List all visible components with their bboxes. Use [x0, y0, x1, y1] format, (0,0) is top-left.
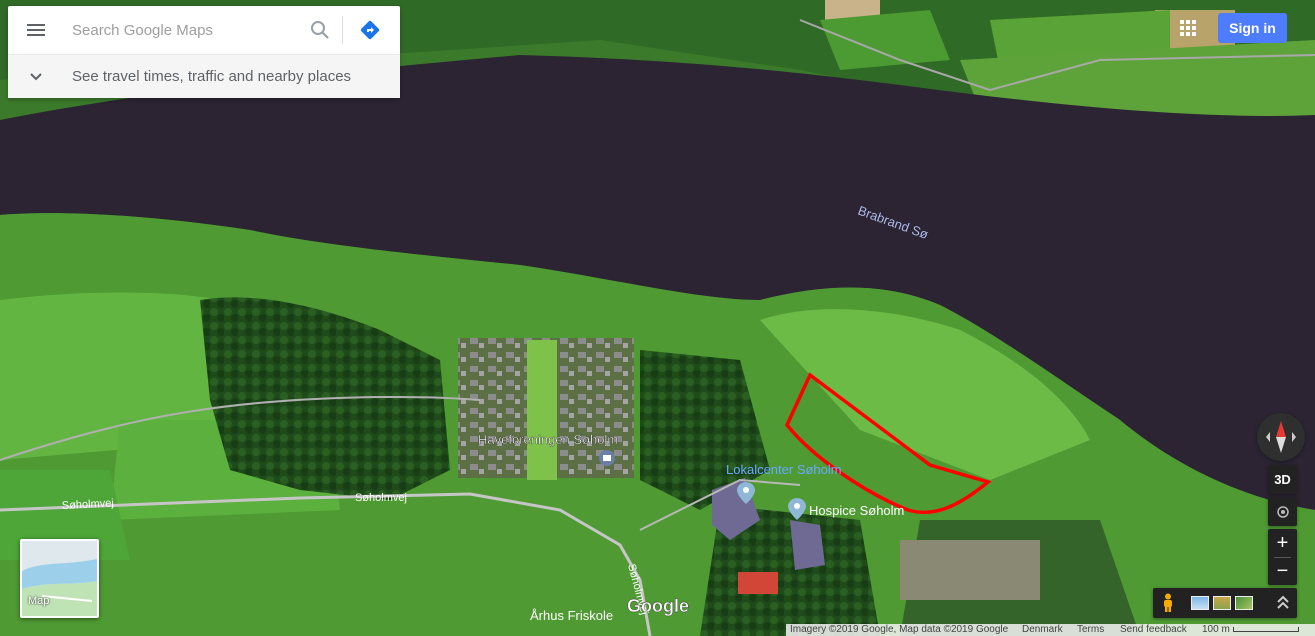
compass-control[interactable] [1257, 413, 1305, 461]
send-feedback-link[interactable]: Send feedback [1120, 624, 1187, 636]
expand-up-icon[interactable] [1275, 594, 1291, 612]
travel-times-row[interactable]: See travel times, traffic and nearby pla… [8, 54, 400, 98]
search-button[interactable] [298, 6, 342, 54]
garden-place-icon [599, 450, 615, 466]
terms-link[interactable]: Terms [1077, 624, 1104, 636]
imagery-thumb-2[interactable] [1213, 596, 1231, 610]
imagery-attribution: Imagery ©2019 Google, Map data ©2019 Goo… [790, 624, 1009, 635]
school-label: Århus Friskole [530, 608, 613, 623]
sign-in-button[interactable]: Sign in [1218, 13, 1287, 43]
scale-bar [1233, 627, 1299, 632]
pegman-icon[interactable] [1161, 593, 1175, 613]
bottom-control-strip [1153, 588, 1297, 618]
zoom-in-button[interactable]: + [1268, 529, 1297, 557]
zoom-control: + − [1268, 529, 1297, 585]
search-icon [311, 21, 329, 39]
menu-button[interactable] [8, 6, 64, 54]
my-location-icon [1276, 505, 1289, 518]
allotment-label: Haveforeningen Søholm [478, 432, 618, 447]
google-logo: Google [627, 596, 689, 616]
search-bar [8, 6, 400, 54]
map-layer-toggle[interactable]: Map [20, 539, 99, 618]
hospice-label: Hospice Søholm [809, 503, 904, 518]
directions-button[interactable] [343, 6, 397, 54]
travel-times-label: See travel times, traffic and nearby pla… [72, 68, 352, 85]
map-layer-label: Map [28, 595, 50, 607]
zoom-out-button[interactable]: − [1268, 557, 1297, 585]
attribution-footer: Imagery ©2019 Google, Map data ©2019 Goo… [786, 624, 1315, 636]
apps-grid-icon[interactable] [1178, 18, 1198, 38]
menu-icon [27, 24, 45, 36]
3d-toggle-button[interactable]: 3D [1268, 465, 1297, 494]
search-input[interactable] [64, 6, 298, 54]
imagery-thumb-3[interactable] [1235, 596, 1253, 610]
compass-icon [1266, 421, 1296, 453]
road-label-2: Søholmvej [355, 492, 407, 504]
country-link[interactable]: Denmark [1022, 624, 1063, 636]
search-panel: See travel times, traffic and nearby pla… [8, 6, 400, 98]
scale-label: 100 m [1202, 624, 1230, 635]
imagery-thumb-1[interactable] [1191, 596, 1209, 610]
lokalcenter-label: Lokalcenter Søholm [726, 462, 842, 477]
my-location-button[interactable] [1268, 497, 1297, 526]
chevron-down-icon [30, 72, 42, 80]
directions-icon [360, 20, 380, 40]
